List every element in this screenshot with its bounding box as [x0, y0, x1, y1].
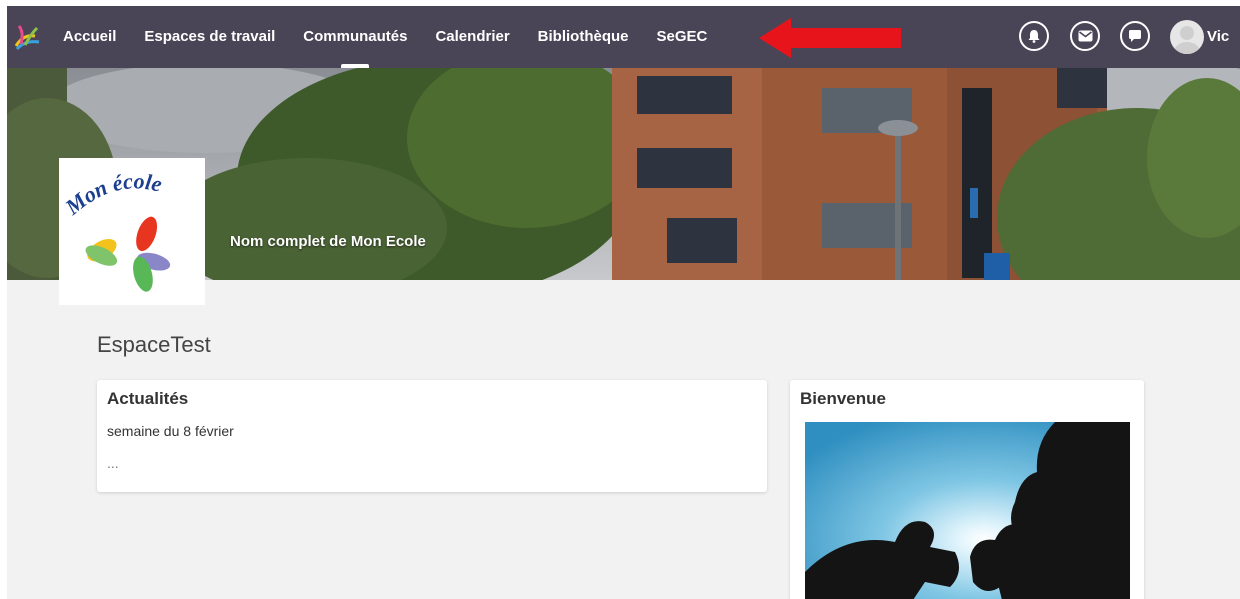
page-title: EspaceTest — [97, 332, 211, 357]
nav-item-bibliotheque[interactable]: Bibliothèque — [538, 6, 629, 68]
puzzle-hands-image — [805, 422, 1130, 599]
app-logo-icon[interactable] — [15, 24, 41, 50]
news-card-title: Actualités — [107, 389, 189, 408]
school-logo-image: Mon école — [60, 168, 171, 292]
user-name[interactable]: Vic — [1207, 6, 1229, 68]
chat-button[interactable] — [1120, 21, 1150, 51]
news-text-line: semaine du 8 février — [107, 423, 234, 439]
nav-item-calendrier[interactable]: Calendrier — [435, 6, 509, 68]
welcome-card-title: Bienvenue — [800, 389, 886, 408]
top-navbar: Accueil Espaces de travail Communautés C… — [7, 6, 1240, 68]
welcome-image — [805, 422, 1130, 599]
hands-icon — [85, 216, 171, 292]
school-logo: Mon école — [59, 158, 205, 305]
messages-button[interactable] — [1070, 21, 1100, 51]
nav-item-communautes[interactable]: Communautés — [303, 6, 407, 68]
nav-item-espaces-de-travail[interactable]: Espaces de travail — [144, 6, 275, 68]
main-nav: Accueil Espaces de travail Communautés C… — [63, 6, 735, 68]
school-name: Nom complet de Mon Ecole — [230, 233, 426, 250]
nav-item-accueil[interactable]: Accueil — [63, 6, 116, 68]
svg-text:Mon école: Mon école — [60, 168, 165, 220]
bell-icon — [1028, 30, 1040, 43]
nav-item-segec[interactable]: SeGEC — [657, 6, 708, 68]
user-avatar[interactable] — [1170, 20, 1204, 54]
app-window: Accueil Espaces de travail Communautés C… — [7, 6, 1240, 599]
notifications-button[interactable] — [1019, 21, 1049, 51]
mail-icon — [1078, 30, 1092, 42]
annotation-arrow-icon — [759, 18, 901, 58]
news-ellipsis: ... — [107, 455, 119, 471]
user-icon — [1174, 26, 1200, 54]
chat-icon — [1129, 30, 1141, 42]
welcome-card: Bienvenue — [790, 380, 1144, 599]
news-card: Actualités semaine du 8 février ... — [97, 380, 767, 492]
